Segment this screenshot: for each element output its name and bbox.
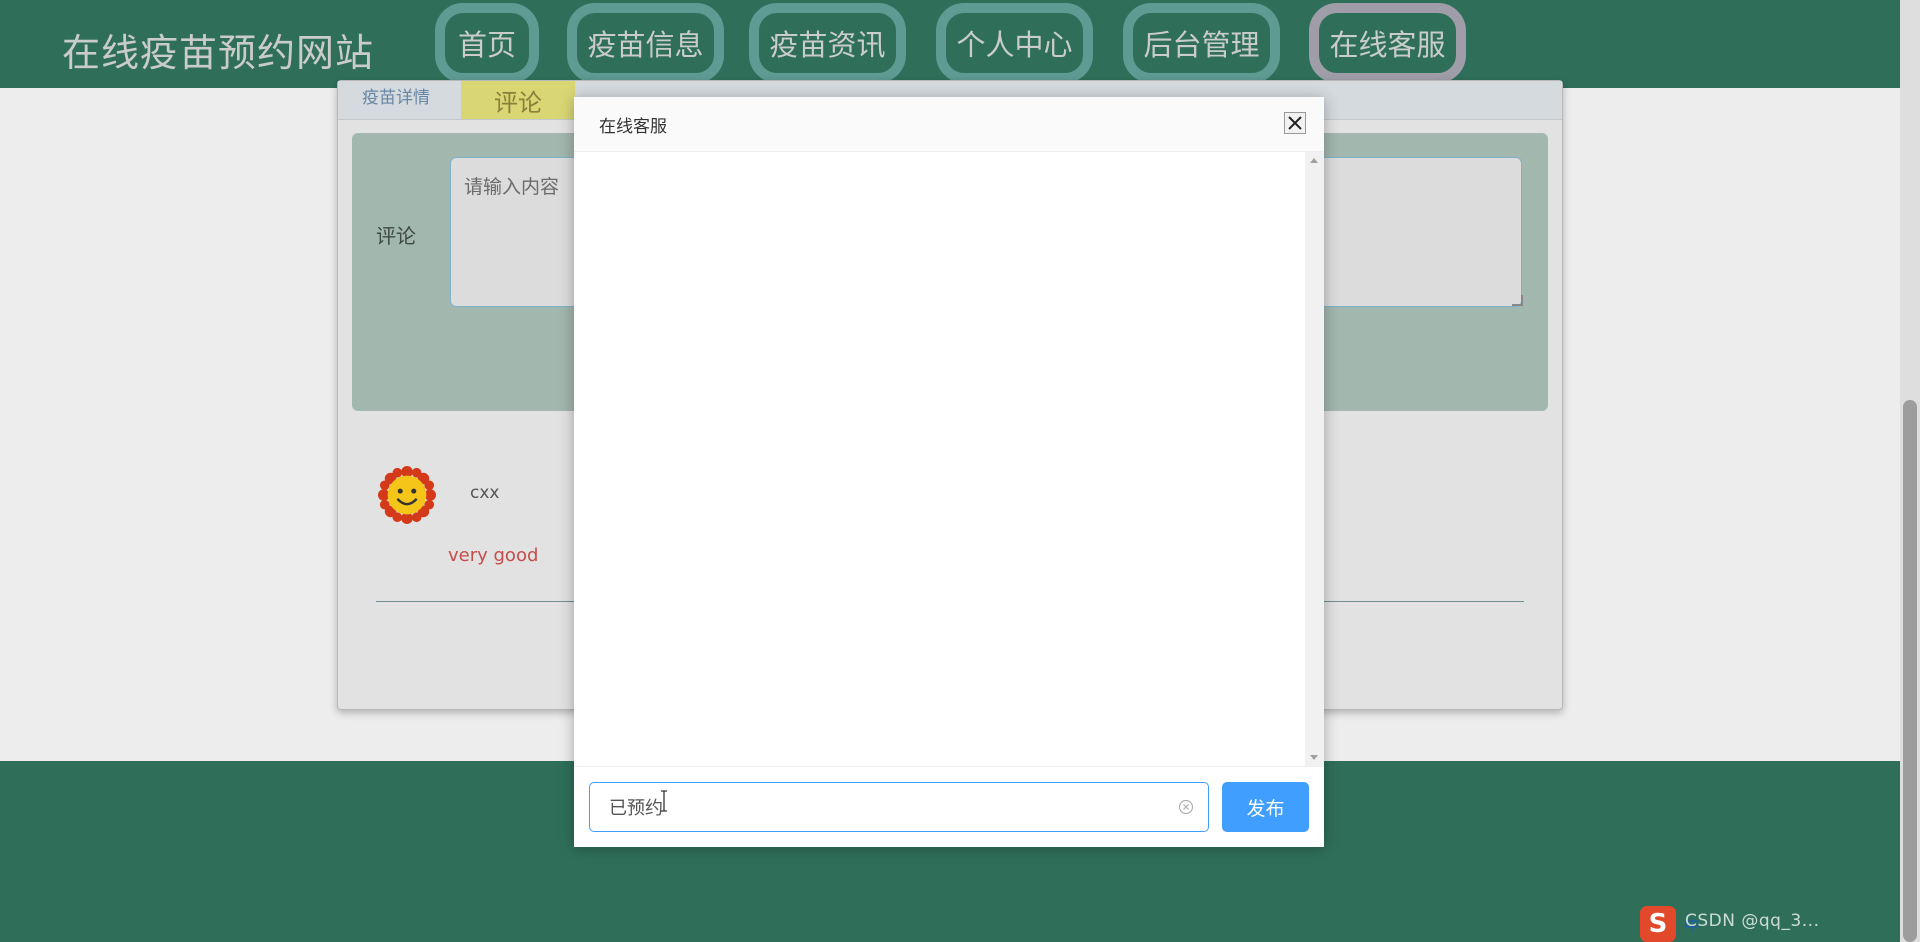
close-button[interactable]	[1284, 112, 1306, 134]
text-cursor-icon	[661, 790, 667, 812]
nav-item-vaccine-news[interactable]: 疫苗资讯	[749, 3, 906, 83]
watermark: CSDN @qq_3...	[1685, 911, 1820, 931]
nav-item-online-service[interactable]: 在线客服	[1309, 3, 1466, 83]
nav-item-admin[interactable]: 后台管理	[1123, 3, 1280, 83]
online-service-dialog: 在线客服 发布	[574, 97, 1324, 847]
nav-item-personal-center[interactable]: 个人中心	[936, 3, 1093, 83]
tab-comment[interactable]: 评论	[461, 81, 575, 119]
tab-vaccine-detail[interactable]: 疫苗详情	[362, 83, 430, 108]
chat-input-bar: 发布	[574, 766, 1324, 847]
avatar	[378, 466, 436, 524]
publish-button[interactable]: 发布	[1222, 782, 1309, 832]
comment-username: cxx	[470, 483, 500, 503]
dialog-title: 在线客服	[599, 117, 667, 137]
clear-input-icon[interactable]	[1178, 799, 1194, 815]
comment-label: 评论	[376, 224, 416, 248]
close-icon	[1288, 116, 1302, 130]
scroll-up-arrow-icon[interactable]	[1310, 158, 1318, 163]
chat-scrollbar[interactable]	[1305, 152, 1324, 766]
resize-grip-icon[interactable]	[1512, 295, 1523, 306]
page-scrollbar[interactable]	[1900, 0, 1920, 942]
page-scrollbar-thumb[interactable]	[1903, 400, 1917, 942]
scroll-down-arrow-icon[interactable]	[1310, 755, 1318, 760]
site-title: 在线疫苗预约网站	[62, 31, 375, 75]
system-tray: S 中 CSDN @qq_3...	[1640, 905, 1920, 942]
comment-text: very good	[448, 545, 539, 566]
ime-logo-icon[interactable]: S	[1640, 905, 1676, 942]
nav-item-home[interactable]: 首页	[435, 3, 539, 83]
dialog-header: 在线客服	[574, 97, 1324, 152]
chat-input[interactable]	[589, 782, 1209, 832]
top-navbar: 在线疫苗预约网站 首页 疫苗信息 疫苗资讯 个人中心 后台管理 在线客服	[0, 0, 1900, 88]
nav-item-vaccine-info[interactable]: 疫苗信息	[567, 3, 724, 83]
chat-message-area	[574, 152, 1305, 766]
